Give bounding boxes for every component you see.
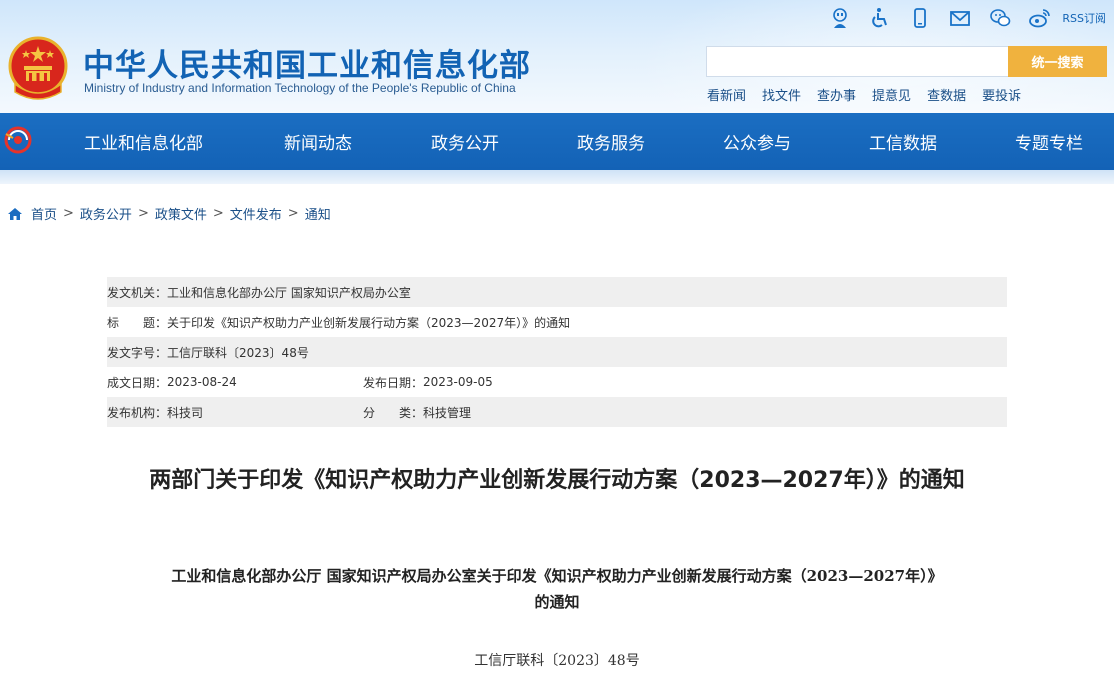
org-value: 科技司 xyxy=(167,405,204,420)
pubdate-value: 2023-09-05 xyxy=(423,375,493,389)
breadcrumb-file-release[interactable]: 文件发布 xyxy=(230,204,282,223)
miit-logo-icon xyxy=(4,126,32,154)
rss-link[interactable]: RSS订阅 xyxy=(1062,10,1106,26)
category-label: 分 类： xyxy=(363,405,424,420)
nav-item-gov-services[interactable]: 政务服务 xyxy=(577,129,723,154)
article-doc-number: 工信厅联科〔2023〕48号 xyxy=(474,653,640,669)
article-title: 两部门关于印发《知识产权助力产业创新发展行动方案（2023—2027年）》的通知 xyxy=(149,468,965,493)
article-subtitle: 工业和信息化部办公厅 国家知识产权局办公室关于印发《知识产权助力产业创新发展行动… xyxy=(110,563,1004,615)
nav-item-news[interactable]: 新闻动态 xyxy=(284,129,431,154)
main-nav: 工业和信息化部 新闻动态 政务公开 政务服务 公众参与 工信数据 专题专栏 xyxy=(0,113,1114,170)
quick-links: 看新闻 找文件 查办事 提意见 查数据 要投诉 xyxy=(707,85,1037,104)
breadcrumb-notice[interactable]: 通知 xyxy=(305,204,331,223)
accessibility-icon[interactable] xyxy=(860,5,900,31)
article-subtitle-line1: 工业和信息化部办公厅 国家知识产权局办公室关于印发《知识产权助力产业创新发展行动… xyxy=(171,567,943,585)
date-value: 2023-08-24 xyxy=(167,375,237,389)
search-button[interactable]: 统一搜索 xyxy=(1008,46,1107,77)
breadcrumb-gov-affairs[interactable]: 政务公开 xyxy=(80,204,132,223)
breadcrumb: 首页 > 政务公开 > 政策文件 > 文件发布 > 通知 xyxy=(7,204,331,223)
org-label: 发布机构： xyxy=(107,405,168,420)
document-info-table: 发文机关： 工业和信息化部办公厅 国家知识产权局办公室 标 题： 关于印发《知识… xyxy=(107,277,1007,427)
nav-item-public[interactable]: 公众参与 xyxy=(723,129,869,154)
search-input[interactable] xyxy=(706,46,1008,77)
date-label: 成文日期： xyxy=(107,375,168,390)
mail-icon[interactable] xyxy=(940,5,980,31)
quick-link-files[interactable]: 找文件 xyxy=(762,85,801,104)
category-value: 科技管理 xyxy=(423,405,472,420)
mobile-icon[interactable] xyxy=(900,5,940,31)
site-subtitle: Ministry of Industry and Information Tec… xyxy=(84,81,516,95)
info-row-dates: 成文日期： 2023-08-24 发布日期： 2023-09-05 xyxy=(107,367,1007,397)
issuer-label: 发文机关： xyxy=(107,285,168,300)
top-toolbar: RSS订阅 xyxy=(820,5,1106,31)
breadcrumb-home[interactable]: 首页 xyxy=(31,204,57,223)
wechat-icon[interactable] xyxy=(980,5,1020,31)
info-row-issuer: 发文机关： 工业和信息化部办公厅 国家知识产权局办公室 xyxy=(107,277,1007,307)
nav-item-data[interactable]: 工信数据 xyxy=(869,129,1015,154)
docno-value: 工信厅联科〔2023〕48号 xyxy=(167,345,309,360)
quick-link-complaint[interactable]: 要投诉 xyxy=(982,85,1021,104)
site-title[interactable]: 中华人民共和国工业和信息化部 xyxy=(83,40,531,85)
quick-link-services[interactable]: 查办事 xyxy=(817,85,856,104)
robot-icon[interactable] xyxy=(820,5,860,31)
info-row-title: 标 题： 关于印发《知识产权助力产业创新发展行动方案（2023—2027年）》的… xyxy=(107,307,1007,337)
pubdate-label: 发布日期： xyxy=(363,375,424,390)
home-icon[interactable] xyxy=(7,206,23,222)
weibo-icon[interactable] xyxy=(1020,5,1060,31)
national-emblem-icon xyxy=(8,36,68,100)
issuer-value: 工业和信息化部办公厅 国家知识产权局办公室 xyxy=(167,285,411,300)
quick-link-news[interactable]: 看新闻 xyxy=(707,85,746,104)
title-value: 关于印发《知识产权助力产业创新发展行动方案（2023—2027年）》的通知 xyxy=(167,315,571,330)
nav-item-topics[interactable]: 专题专栏 xyxy=(1015,129,1083,154)
site-header: 中华人民共和国工业和信息化部 Ministry of Industry and … xyxy=(0,0,1114,113)
quick-link-feedback[interactable]: 提意见 xyxy=(872,85,911,104)
title-label: 标 题： xyxy=(107,315,168,330)
breadcrumb-policy-files[interactable]: 政策文件 xyxy=(155,204,207,223)
docno-label: 发文字号： xyxy=(107,345,168,360)
info-row-docno: 发文字号： 工信厅联科〔2023〕48号 xyxy=(107,337,1007,367)
nav-item-gov-affairs[interactable]: 政务公开 xyxy=(431,129,577,154)
info-row-org: 发布机构： 科技司 分 类： 科技管理 xyxy=(107,397,1007,427)
quick-link-data[interactable]: 查数据 xyxy=(927,85,966,104)
nav-divider xyxy=(0,170,1114,184)
nav-item-ministry[interactable]: 工业和信息化部 xyxy=(84,129,284,154)
article-subtitle-line2: 的通知 xyxy=(534,593,580,611)
